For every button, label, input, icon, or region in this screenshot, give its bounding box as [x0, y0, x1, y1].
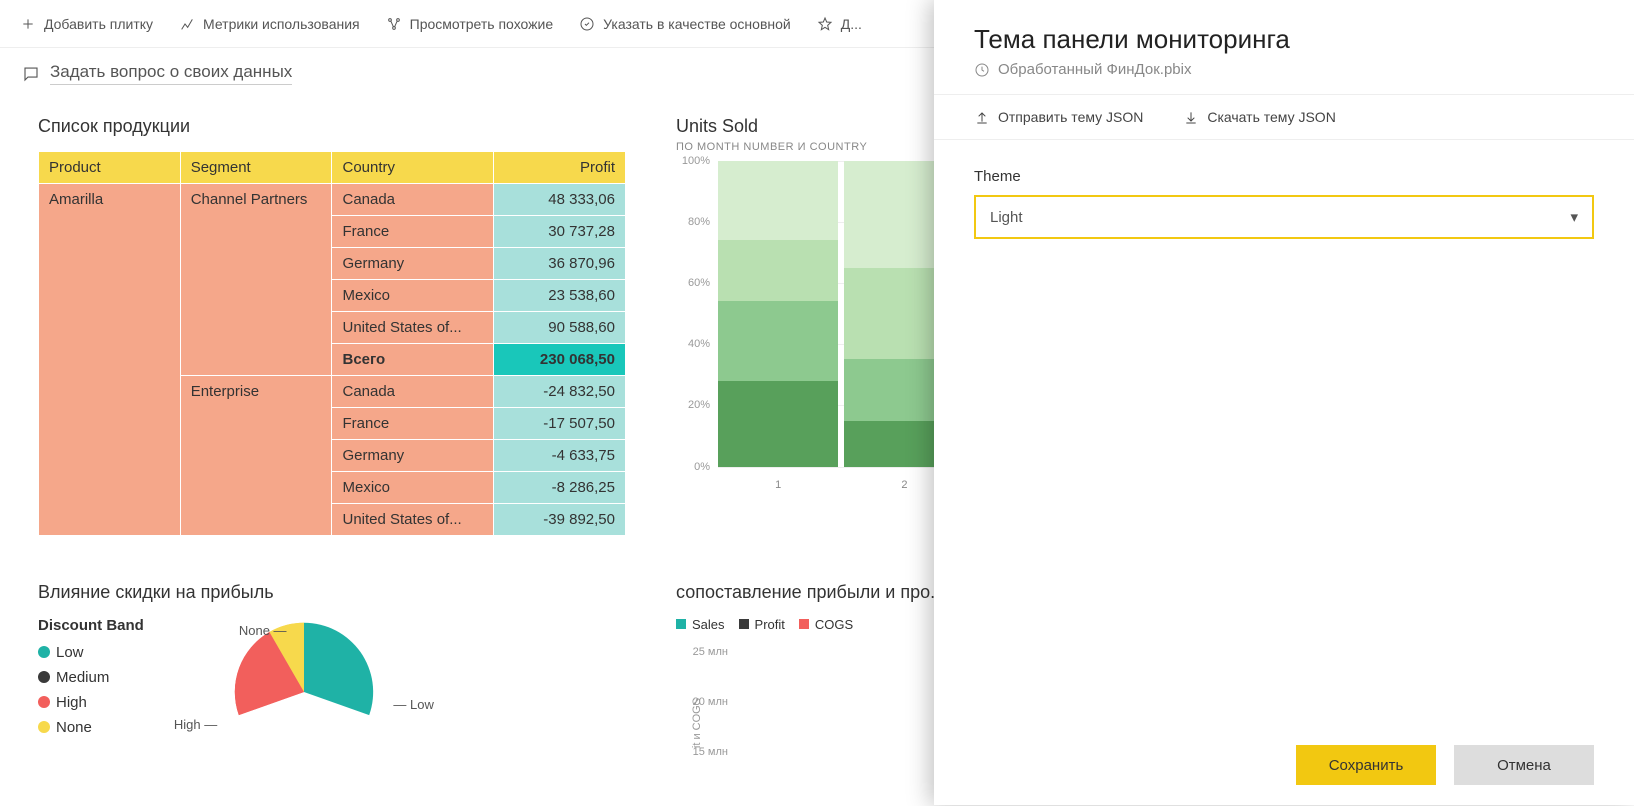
chevron-down-icon: ▾ — [1570, 208, 1578, 226]
card-title: Влияние скидки на прибыль — [38, 582, 626, 603]
pie-chart[interactable]: — Low High — None — — [174, 617, 434, 767]
card-title: Список продукции — [38, 116, 626, 137]
panel-subtitle: Обработанный ФинДок.pbix — [974, 61, 1594, 78]
legend-item[interactable]: COGS — [799, 617, 853, 632]
col-profit[interactable]: Profit — [494, 151, 626, 183]
theme-panel: Тема панели мониторинга Обработанный Фин… — [934, 0, 1634, 805]
legend-item[interactable]: High — [38, 694, 144, 711]
favorite-button[interactable]: Д... — [817, 16, 862, 32]
col-product[interactable]: Product — [39, 151, 181, 183]
discount-impact-card: Влияние скидки на прибыль Discount Band … — [22, 568, 642, 806]
product-table[interactable]: Product Segment Country Profit AmarillaC… — [38, 151, 626, 536]
panel-title: Тема панели мониторинга — [974, 24, 1594, 55]
discount-legend: Low Medium High None — [38, 644, 144, 736]
legend-item[interactable]: Profit — [739, 617, 785, 632]
legend-item[interactable]: Sales — [676, 617, 725, 632]
product-list-card: Список продукции Product Segment Country… — [22, 102, 642, 550]
add-tile-button[interactable]: Добавить плитку — [20, 16, 153, 32]
theme-label: Theme — [974, 168, 1594, 185]
ask-question-input[interactable]: Задать вопрос о своих данных — [22, 62, 292, 85]
legend-item[interactable]: Medium — [38, 669, 144, 686]
view-related-button[interactable]: Просмотреть похожие — [386, 16, 554, 32]
usage-metrics-button[interactable]: Метрики использования — [179, 16, 360, 32]
legend-item[interactable]: Low — [38, 644, 144, 661]
table-row[interactable]: AmarillaChannel PartnersCanada48 333,06 — [39, 183, 626, 215]
legend-title: Discount Band — [38, 617, 144, 634]
upload-theme-button[interactable]: Отправить тему JSON — [974, 109, 1143, 125]
save-button[interactable]: Сохранить — [1296, 745, 1436, 785]
legend-item[interactable]: None — [38, 719, 144, 736]
download-theme-button[interactable]: Скачать тему JSON — [1183, 109, 1335, 125]
set-primary-button[interactable]: Указать в качестве основной — [579, 16, 791, 32]
col-segment[interactable]: Segment — [180, 151, 332, 183]
col-country[interactable]: Country — [332, 151, 494, 183]
theme-select[interactable]: Light▾ — [974, 195, 1594, 239]
cancel-button[interactable]: Отмена — [1454, 745, 1594, 785]
